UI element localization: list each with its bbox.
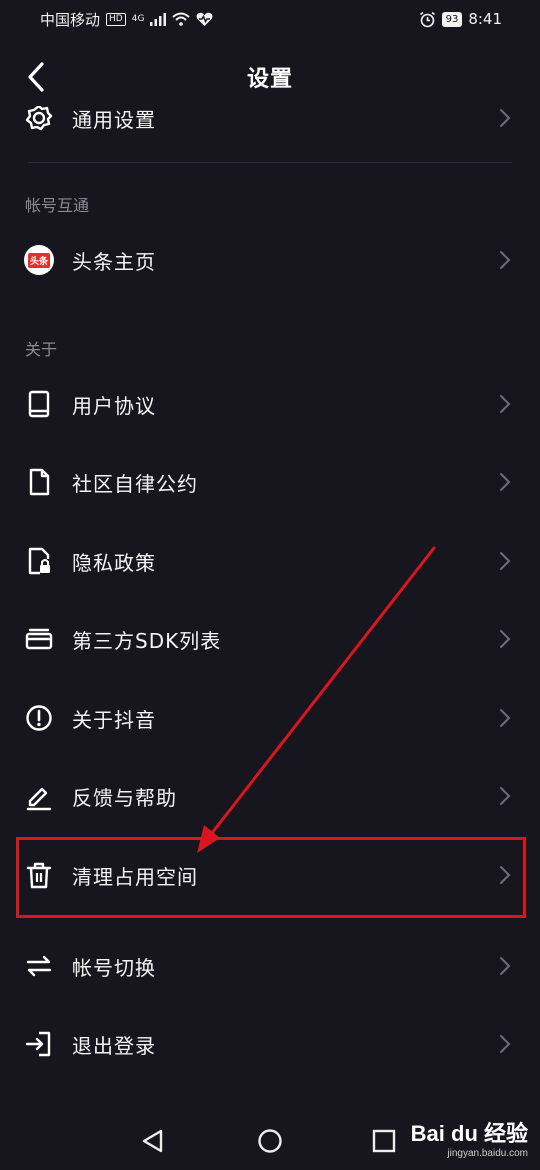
toutiao-logo-icon: 头条 [24,245,54,275]
section-header-about: 关于 [25,340,58,359]
health-heart-icon [196,12,213,26]
annotation-highlight-box [16,837,526,918]
row-label: 隐私政策 [72,550,156,575]
section-header-account: 帐号互通 [25,196,90,215]
settings-row-community-rules[interactable]: 社区自律公约 [0,452,540,512]
swap-icon [24,951,54,981]
row-label: 退出登录 [72,1033,156,1058]
pen-icon [24,781,54,811]
network-type: 4G [131,14,145,24]
document-icon [24,467,54,497]
settings-row-general[interactable]: 通用设置 [0,106,540,146]
chevron-right-icon [500,552,511,570]
gear-icon [24,106,54,133]
nav-back-icon[interactable] [140,1128,166,1154]
settings-row-privacy-policy[interactable]: 隐私政策 [0,531,540,591]
row-label: 第三方SDK列表 [72,628,222,653]
privacy-lock-icon [24,546,54,576]
carrier-label: 中国移动 [40,10,101,29]
chevron-right-icon [500,630,511,648]
section-divider [28,162,512,163]
toutiao-logo-text: 头条 [27,252,50,268]
settings-row-toutiao[interactable]: 头条 头条主页 [0,230,540,290]
status-bar: 中国移动 HD 4G 93 8:41 [0,0,540,38]
row-label: 通用设置 [72,107,156,132]
wifi-icon [172,12,191,26]
nav-home-icon[interactable] [257,1128,283,1154]
row-label: 用户协议 [72,393,156,418]
row-label: 反馈与帮助 [72,785,177,810]
battery-level: 93 [441,11,463,27]
book-icon [24,389,54,419]
partial-row-clip: 通用设置 [0,106,540,146]
settings-row-about-douyin[interactable]: 关于抖音 [0,688,540,748]
chevron-right-icon [500,709,511,727]
page-title: 设置 [246,67,293,92]
chevron-right-icon [500,473,511,491]
info-alert-icon [24,703,54,733]
watermark-url: jingyan.baidu.com [447,1147,528,1159]
chevron-right-icon [500,957,511,975]
chevron-right-icon [500,1035,511,1053]
card-stack-icon [24,624,54,654]
chevron-right-icon [500,395,511,413]
logout-icon [24,1029,54,1059]
settings-row-third-party-sdk[interactable]: 第三方SDK列表 [0,609,540,669]
chevron-left-icon [28,62,44,92]
row-label: 社区自律公约 [72,471,198,496]
settings-row-logout[interactable]: 退出登录 [0,1014,540,1074]
navigation-header: 设置 [0,48,540,106]
alarm-icon [419,11,435,27]
row-label: 帐号切换 [72,955,156,980]
chevron-right-icon [500,251,511,269]
row-label: 头条主页 [72,249,156,274]
settings-row-feedback-help[interactable]: 反馈与帮助 [0,766,540,826]
watermark-logo: Bai du 经验 [410,1120,528,1146]
row-label: 关于抖音 [72,707,156,732]
baidu-jingyan-watermark: Bai du 经验 jingyan.baidu.com [388,1112,528,1162]
back-button[interactable] [20,60,52,94]
clock-time: 8:41 [468,10,502,28]
settings-row-switch-account[interactable]: 帐号切换 [0,936,540,996]
settings-row-user-agreement[interactable]: 用户协议 [0,374,540,434]
hd-badge: HD [106,12,126,26]
signal-icon [150,12,167,26]
chevron-right-icon [500,787,511,805]
chevron-right-icon [500,109,511,127]
